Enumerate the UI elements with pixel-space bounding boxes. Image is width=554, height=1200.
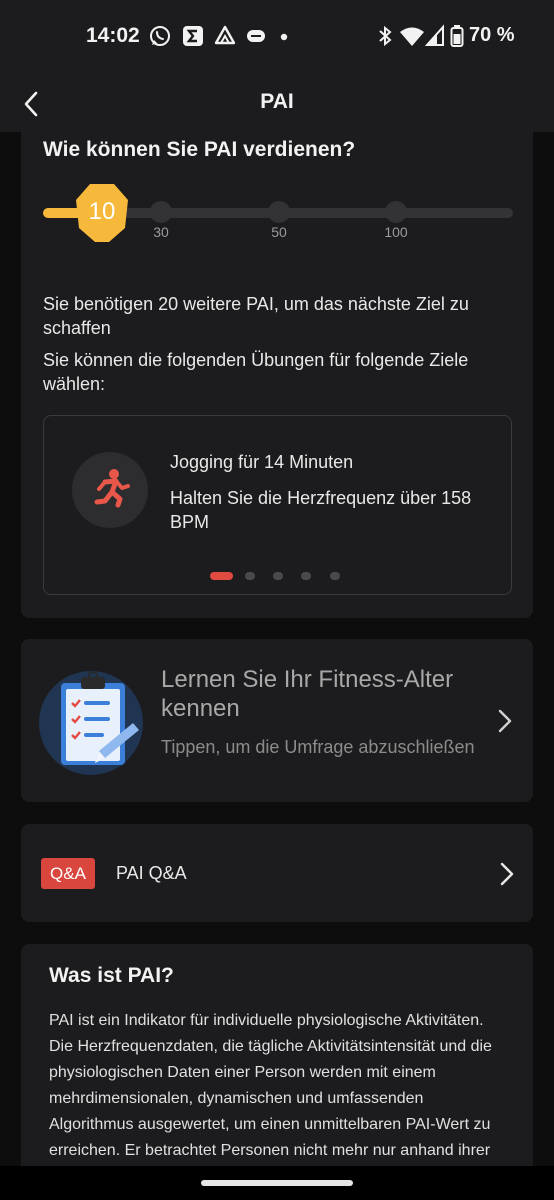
earn-title: Wie können Sie PAI verdienen? [43, 138, 356, 161]
chevron-right-icon [500, 862, 514, 886]
dot-icon [280, 33, 288, 41]
milestone-dot [268, 201, 290, 223]
exercise-intro-text: Sie können die folgenden Übungen für fol… [43, 350, 469, 394]
milestone-dot [385, 201, 407, 223]
battery-percent: 70 % [469, 24, 515, 46]
exercise-name: Jogging für 14 Minuten [170, 452, 354, 472]
signal-icon [425, 24, 444, 46]
what-is-pai-body: PAI ist ein Indikator für individuelle p… [49, 1012, 492, 1185]
exercise-description: Halten Sie die Herzfrequenz über 158 BPM [170, 488, 472, 532]
milestone-label: 50 [271, 224, 287, 240]
exercise-carousel[interactable]: Jogging für 14 Minuten Halten Sie die He… [43, 415, 512, 595]
sigma-icon [183, 26, 203, 46]
pill-icon [247, 30, 265, 42]
whatsapp-icon [150, 26, 170, 46]
wifi-icon [400, 27, 424, 46]
pager-dot [301, 572, 311, 580]
what-is-pai-card: Was ist PAI? PAI ist ein Indikator für i… [21, 944, 533, 1200]
milestone-dot [150, 201, 172, 223]
page-title: PAI [260, 90, 294, 113]
system-nav-bar [0, 1166, 554, 1200]
fitness-age-subtitle: Tippen, um die Umfrage abzuschließen [161, 737, 475, 757]
qa-label: PAI Q&A [116, 863, 187, 883]
home-gesture-handle[interactable] [201, 1180, 353, 1186]
what-is-pai-title: Was ist PAI? [49, 964, 174, 987]
pager-dot [245, 572, 255, 580]
pager-dot [273, 572, 283, 580]
status-time: 14:02 [86, 24, 140, 47]
pai-qa-card[interactable]: Q&A PAI Q&A [21, 824, 533, 922]
fitness-age-title: Lernen Sie Ihr Fitness-Alter kennen [161, 666, 454, 722]
pai-current-value: 10 [88, 198, 116, 225]
qa-badge: Q&A [41, 858, 95, 889]
earn-pai-card: Wie können Sie PAI verdienen? 30 50 100 … [21, 120, 533, 618]
milestone-label: 30 [153, 224, 169, 240]
pager-dot [330, 572, 340, 580]
bluetooth-icon [379, 25, 392, 47]
status-bar: 14:02 70 % [0, 0, 554, 74]
battery-icon [450, 25, 464, 47]
running-icon [94, 469, 130, 508]
exercise-icon-circle [72, 452, 148, 528]
clipboard-checklist-icon [39, 671, 143, 775]
milestone-label: 100 [384, 224, 408, 240]
needed-pai-text: Sie benötigen 20 weitere PAI, um das näc… [43, 294, 469, 338]
pager-dot-active [210, 572, 233, 580]
fitness-age-card[interactable]: Lernen Sie Ihr Fitness-Alter kennen Tipp… [21, 639, 533, 802]
drive-icon [214, 25, 236, 45]
chevron-right-icon [498, 709, 512, 733]
